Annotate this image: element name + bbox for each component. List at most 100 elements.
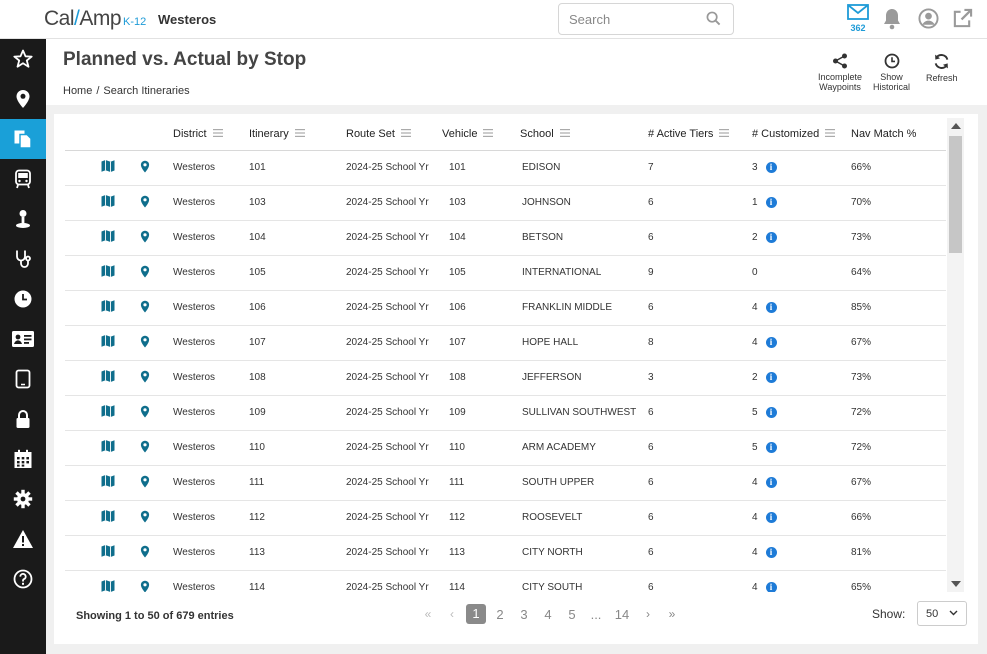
location-pin-icon[interactable]: [140, 405, 150, 421]
mail-button[interactable]: 362: [846, 4, 870, 33]
info-icon[interactable]: i: [765, 231, 777, 243]
location-pin-icon[interactable]: [140, 265, 150, 281]
column-header-route-set[interactable]: Route Set: [346, 118, 442, 151]
last-page-button[interactable]: »: [660, 607, 684, 621]
scroll-down-arrow-icon[interactable]: [951, 581, 961, 587]
location-pin-icon[interactable]: [140, 160, 150, 176]
incomplete-waypoints-button[interactable]: Incomplete Waypoints: [818, 53, 862, 92]
table-row[interactable]: Westeros 111 2024-25 School Yr 111 SOUTH UPP…: [65, 465, 946, 501]
previous-page-button[interactable]: ‹: [440, 607, 464, 621]
table-row[interactable]: Westeros 103 2024-25 School Yr 103 JOHNSON 6 1…: [65, 185, 946, 221]
map-icon[interactable]: [101, 475, 115, 491]
page-button-14[interactable]: 14: [608, 607, 636, 622]
table-row[interactable]: Westeros 110 2024-25 School Yr 110 ARM ACADE…: [65, 430, 946, 466]
map-icon[interactable]: [101, 545, 115, 561]
location-pin-icon[interactable]: [140, 580, 150, 592]
location-pin-icon[interactable]: [140, 335, 150, 351]
column-menu-icon[interactable]: [719, 128, 730, 140]
info-icon[interactable]: i: [765, 196, 777, 208]
search-input[interactable]: [559, 4, 699, 34]
map-icon[interactable]: [101, 405, 115, 421]
info-icon[interactable]: i: [765, 336, 777, 348]
column-header-itinerary[interactable]: Itinerary: [249, 118, 346, 151]
sidebar-item-favorites[interactable]: [0, 39, 46, 79]
column-menu-icon[interactable]: [212, 128, 223, 140]
map-icon[interactable]: [101, 335, 115, 351]
info-icon[interactable]: i: [765, 511, 777, 523]
column-menu-icon[interactable]: [483, 128, 494, 140]
location-pin-icon[interactable]: [140, 230, 150, 246]
info-icon[interactable]: i: [765, 371, 777, 383]
info-icon[interactable]: i: [765, 441, 777, 453]
location-pin-icon[interactable]: [140, 440, 150, 456]
map-icon[interactable]: [101, 580, 115, 592]
map-icon[interactable]: [101, 265, 115, 281]
page-button-4[interactable]: 4: [536, 607, 560, 622]
table-row[interactable]: Westeros 101 2024-25 School Yr 101 EDISON 7 3 i…: [65, 150, 946, 186]
table-row[interactable]: Westeros 114 2024-25 School Yr 114 CITY SOUT…: [65, 570, 946, 592]
sidebar-item-reports[interactable]: [0, 119, 46, 159]
map-icon[interactable]: [101, 510, 115, 526]
scrollbar-thumb[interactable]: [949, 136, 962, 253]
column-header-customized[interactable]: # Customized: [752, 118, 851, 151]
column-menu-icon[interactable]: [825, 128, 836, 140]
first-page-button[interactable]: «: [416, 607, 440, 621]
location-pin-icon[interactable]: [140, 510, 150, 526]
table-row[interactable]: Westeros 105 2024-25 School Yr 105 INTERNATI…: [65, 255, 946, 291]
column-menu-icon[interactable]: [400, 128, 411, 140]
sidebar-item-badges[interactable]: [0, 319, 46, 359]
sidebar-item-settings[interactable]: [0, 479, 46, 519]
column-header-vehicle[interactable]: Vehicle: [442, 118, 520, 151]
sidebar-item-devices[interactable]: [0, 359, 46, 399]
show-historical-button[interactable]: Show Historical: [873, 53, 910, 92]
notifications-bell-icon[interactable]: [882, 8, 902, 35]
page-button-2[interactable]: 2: [488, 607, 512, 622]
info-icon[interactable]: i: [765, 301, 777, 313]
table-row[interactable]: Westeros 113 2024-25 School Yr 113 CITY NORT…: [65, 535, 946, 571]
table-row[interactable]: Westeros 108 2024-25 School Yr 108 JEFFERSON…: [65, 360, 946, 396]
page-size-select[interactable]: 50: [917, 601, 967, 626]
map-icon[interactable]: [101, 440, 115, 456]
refresh-button[interactable]: Refresh: [926, 53, 958, 83]
map-icon[interactable]: [101, 300, 115, 316]
table-row[interactable]: Westeros 106 2024-25 School Yr 106 FRANKLIN …: [65, 290, 946, 326]
table-row[interactable]: Westeros 109 2024-25 School Yr 109 SULLIVAN …: [65, 395, 946, 431]
location-pin-icon[interactable]: [140, 300, 150, 316]
column-header-school[interactable]: School: [520, 118, 648, 151]
sidebar-item-vehicles[interactable]: [0, 159, 46, 199]
sidebar-item-help[interactable]: [0, 559, 46, 599]
table-row[interactable]: Westeros 104 2024-25 School Yr 104 BETSON 6 2 i…: [65, 220, 946, 256]
location-pin-icon[interactable]: [140, 195, 150, 211]
external-link-icon[interactable]: [952, 8, 973, 34]
column-header-active-tiers[interactable]: # Active Tiers: [648, 118, 752, 151]
map-icon[interactable]: [101, 195, 115, 211]
sidebar-item-alerts[interactable]: [0, 519, 46, 559]
sidebar-item-security[interactable]: [0, 399, 46, 439]
sidebar-item-calendar[interactable]: [0, 439, 46, 479]
location-pin-icon[interactable]: [140, 475, 150, 491]
vertical-scrollbar[interactable]: [947, 118, 964, 592]
sidebar-item-history[interactable]: [0, 279, 46, 319]
column-menu-icon[interactable]: [559, 128, 570, 140]
scroll-up-arrow-icon[interactable]: [951, 123, 961, 129]
user-profile-icon[interactable]: [918, 8, 939, 34]
info-icon[interactable]: i: [765, 406, 777, 418]
search-icon[interactable]: [706, 11, 721, 31]
info-icon[interactable]: i: [765, 581, 777, 592]
map-icon[interactable]: [101, 370, 115, 386]
map-icon[interactable]: [101, 160, 115, 176]
page-button-1[interactable]: 1: [466, 604, 486, 624]
info-icon[interactable]: i: [765, 546, 777, 558]
next-page-button[interactable]: ›: [636, 607, 660, 621]
sidebar-item-health[interactable]: [0, 239, 46, 279]
page-button-3[interactable]: 3: [512, 607, 536, 622]
sidebar-item-locations[interactable]: [0, 79, 46, 119]
info-icon[interactable]: i: [765, 476, 777, 488]
page-button-5[interactable]: 5: [560, 607, 584, 622]
breadcrumb-home-link[interactable]: Home: [63, 85, 92, 97]
column-menu-icon[interactable]: [294, 128, 305, 140]
sidebar-item-students[interactable]: [0, 199, 46, 239]
map-icon[interactable]: [101, 230, 115, 246]
table-row[interactable]: Westeros 107 2024-25 School Yr 107 HOPE HALL…: [65, 325, 946, 361]
column-header-nav-match[interactable]: Nav Match %: [851, 118, 946, 151]
